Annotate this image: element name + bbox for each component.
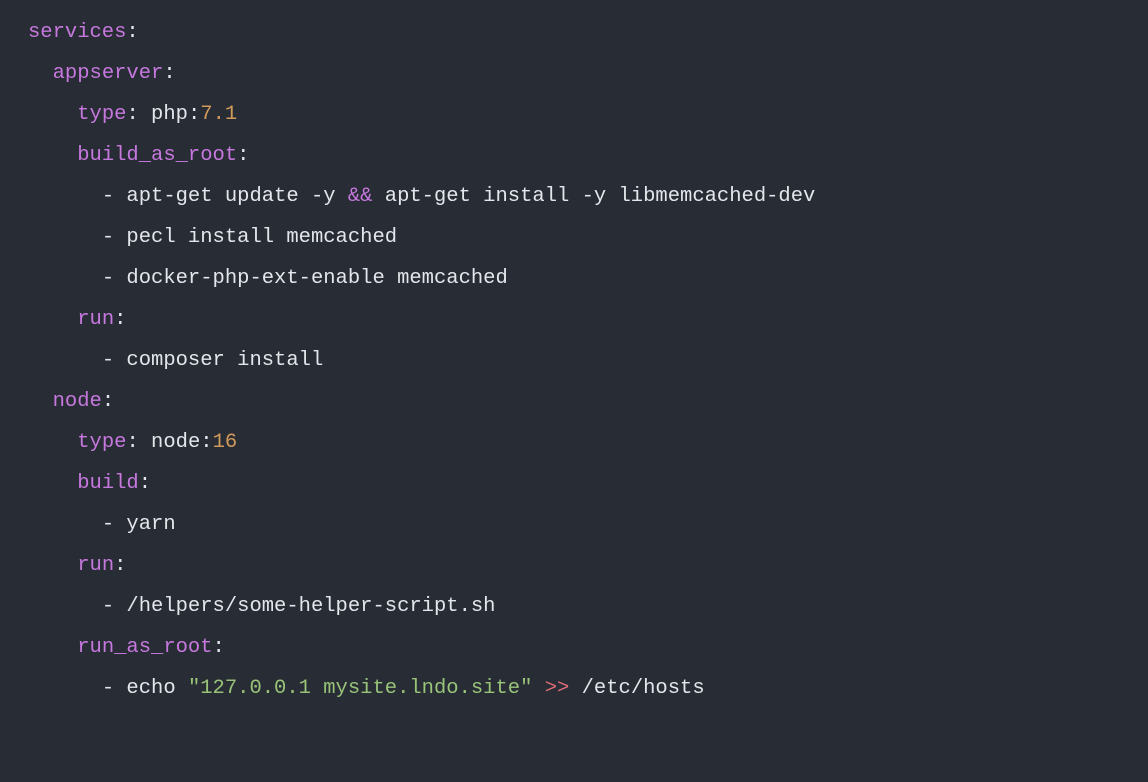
line: - composer install (28, 349, 323, 372)
yaml-key: appserver (53, 62, 164, 85)
line: - apt-get update -y && apt-get install -… (28, 185, 815, 208)
operator: >> (532, 677, 569, 700)
yaml-key: run (77, 554, 114, 577)
yaml-key: run (77, 308, 114, 331)
command-text: apt-get install -y libmemcached-dev (372, 185, 815, 208)
list-dash: - (102, 267, 127, 290)
operator: && (348, 185, 373, 208)
list-dash: - (102, 513, 127, 536)
colon: : (114, 554, 126, 577)
yaml-key: run_as_root (77, 636, 212, 659)
line: build: (28, 472, 151, 495)
line: type: php:7.1 (28, 103, 237, 126)
line: run: (28, 308, 126, 331)
yaml-key: node (53, 390, 102, 413)
colon: : (126, 431, 138, 454)
yaml-value: php: (139, 103, 201, 126)
yaml-key: build (77, 472, 139, 495)
command-text: yarn (126, 513, 175, 536)
line: run: (28, 554, 126, 577)
list-dash: - (102, 185, 127, 208)
colon: : (102, 390, 114, 413)
code-block: services: appserver: type: php:7.1 build… (0, 0, 1148, 721)
colon: : (163, 62, 175, 85)
list-dash: - (102, 677, 127, 700)
command-text: /etc/hosts (569, 677, 704, 700)
command-text: /helpers/some-helper-script.sh (126, 595, 495, 618)
yaml-key: type (77, 431, 126, 454)
yaml-key: build_as_root (77, 144, 237, 167)
command-text: composer install (126, 349, 323, 372)
command-text: echo (126, 677, 188, 700)
line: type: node:16 (28, 431, 237, 454)
line: - pecl install memcached (28, 226, 397, 249)
line: run_as_root: (28, 636, 225, 659)
line: services: (28, 21, 139, 44)
line: - yarn (28, 513, 176, 536)
line: appserver: (28, 62, 176, 85)
colon: : (126, 21, 138, 44)
string-literal: "127.0.0.1 mysite.lndo.site" (188, 677, 532, 700)
version-number: 7.1 (200, 103, 237, 126)
version-number: 16 (213, 431, 238, 454)
line: node: (28, 390, 114, 413)
colon: : (126, 103, 138, 126)
list-dash: - (102, 595, 127, 618)
yaml-key: type (77, 103, 126, 126)
colon: : (213, 636, 225, 659)
command-text: apt-get update -y (126, 185, 347, 208)
line: - /helpers/some-helper-script.sh (28, 595, 495, 618)
colon: : (237, 144, 249, 167)
yaml-key: services (28, 21, 126, 44)
command-text: docker-php-ext-enable memcached (126, 267, 507, 290)
line: build_as_root: (28, 144, 249, 167)
line: - docker-php-ext-enable memcached (28, 267, 508, 290)
yaml-value: node: (139, 431, 213, 454)
colon: : (114, 308, 126, 331)
line: - echo "127.0.0.1 mysite.lndo.site" >> /… (28, 677, 705, 700)
colon: : (139, 472, 151, 495)
list-dash: - (102, 226, 127, 249)
command-text: pecl install memcached (126, 226, 397, 249)
list-dash: - (102, 349, 127, 372)
